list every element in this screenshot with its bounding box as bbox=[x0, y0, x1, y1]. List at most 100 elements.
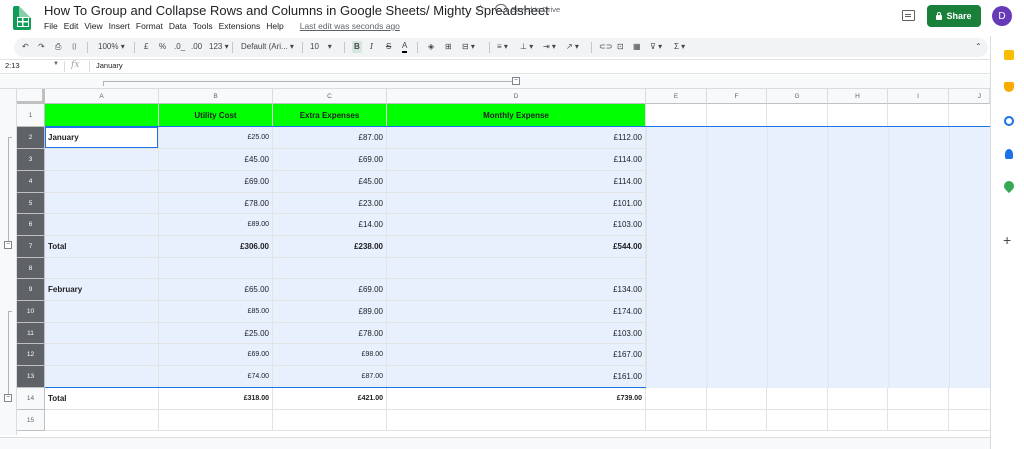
cell-g15[interactable] bbox=[767, 410, 828, 430]
cell-c7[interactable]: £238.00 bbox=[273, 236, 387, 257]
cell-b13[interactable]: £74.00 bbox=[159, 366, 273, 387]
cell-d5[interactable]: £101.00 bbox=[387, 193, 646, 213]
menu-insert[interactable]: Insert bbox=[109, 21, 130, 31]
cell-b7[interactable]: £306.00 bbox=[159, 236, 273, 257]
text-rotation-icon[interactable]: ↗ ▾ bbox=[566, 41, 579, 53]
cell-c4[interactable]: £45.00 bbox=[273, 171, 387, 192]
cell-c12[interactable]: £98.00 bbox=[273, 344, 387, 365]
zoom-select[interactable]: 100% ▾ bbox=[98, 41, 125, 53]
row-header-3[interactable]: 3 bbox=[17, 149, 45, 171]
row-header-10[interactable]: 10 bbox=[17, 301, 45, 323]
maps-icon[interactable] bbox=[1001, 178, 1017, 194]
row-header-11[interactable]: 11 bbox=[17, 323, 45, 344]
menu-view[interactable]: View bbox=[84, 21, 102, 31]
font-select[interactable]: Default (Ari... ▾ bbox=[241, 41, 294, 53]
row-header-1[interactable]: 1 bbox=[17, 104, 45, 127]
cell-i15[interactable] bbox=[888, 410, 949, 430]
comment-history-icon[interactable] bbox=[902, 10, 915, 21]
cell-c9[interactable]: £69.00 bbox=[273, 279, 387, 300]
cell-a5[interactable] bbox=[45, 193, 159, 213]
column-header-d[interactable]: D bbox=[387, 89, 646, 104]
functions-icon[interactable]: Σ ▾ bbox=[674, 41, 685, 53]
cell-a4[interactable] bbox=[45, 171, 159, 192]
cell-b10[interactable]: £85.00 bbox=[159, 301, 273, 322]
cell-d11[interactable]: £103.00 bbox=[387, 323, 646, 343]
cell-c5[interactable]: £23.00 bbox=[273, 193, 387, 213]
horizontal-scrollbar[interactable] bbox=[0, 437, 990, 449]
row-header-8[interactable]: 8 bbox=[17, 258, 45, 279]
bold-button[interactable]: B bbox=[352, 41, 362, 53]
menu-file[interactable]: File bbox=[44, 21, 58, 31]
cell-a15[interactable] bbox=[45, 410, 159, 430]
cell-c2[interactable]: £87.00 bbox=[273, 127, 387, 148]
row-header-5[interactable]: 5 bbox=[17, 193, 45, 214]
cell-b9[interactable]: £65.00 bbox=[159, 279, 273, 300]
sheets-logo-icon[interactable] bbox=[13, 6, 31, 30]
row-header-9[interactable]: 9 bbox=[17, 279, 45, 301]
cell-d14[interactable]: £739.00 bbox=[387, 388, 646, 409]
menu-help[interactable]: Help bbox=[266, 21, 283, 31]
cell-c8[interactable] bbox=[273, 258, 387, 278]
cell-d15[interactable] bbox=[387, 410, 646, 430]
collapse-rows-button-1[interactable]: − bbox=[4, 241, 12, 249]
column-header-c[interactable]: C bbox=[273, 89, 387, 104]
cell-b12[interactable]: £69.00 bbox=[159, 344, 273, 365]
collapse-rows-button-2[interactable]: − bbox=[4, 394, 12, 402]
column-header-e[interactable]: E bbox=[646, 89, 707, 104]
horizontal-align-icon[interactable]: ≡ ▾ bbox=[497, 41, 508, 53]
row-header-14[interactable]: 14 bbox=[17, 388, 45, 410]
cell-f14[interactable] bbox=[707, 388, 767, 409]
cell-a8[interactable] bbox=[45, 258, 159, 278]
cell-a9[interactable]: February bbox=[45, 279, 159, 300]
star-icon[interactable]: ☆ bbox=[475, 2, 486, 16]
cell-i1[interactable] bbox=[888, 104, 949, 126]
row-header-15[interactable]: 15 bbox=[17, 410, 45, 431]
cell-a7[interactable]: Total bbox=[45, 236, 159, 257]
cell-c1[interactable]: Extra Expenses bbox=[273, 104, 387, 126]
column-header-f[interactable]: F bbox=[707, 89, 767, 104]
cell-a14[interactable]: Total bbox=[45, 388, 159, 409]
cell-b6[interactable]: £89.00 bbox=[159, 214, 273, 235]
cell-e14[interactable] bbox=[646, 388, 707, 409]
share-button[interactable]: Share bbox=[927, 5, 981, 27]
contacts-icon[interactable] bbox=[1005, 149, 1013, 159]
merge-cells-icon[interactable]: ⊟ ▾ bbox=[462, 41, 475, 53]
cell-c11[interactable]: £78.00 bbox=[273, 323, 387, 343]
document-title[interactable]: How To Group and Collapse Rows and Colum… bbox=[44, 3, 549, 18]
cell-c6[interactable]: £14.00 bbox=[273, 214, 387, 235]
cell-d8[interactable] bbox=[387, 258, 646, 278]
increase-decimal-button[interactable]: .00 bbox=[191, 41, 202, 53]
print-icon[interactable]: ⎙ bbox=[55, 41, 61, 53]
column-header-h[interactable]: H bbox=[828, 89, 888, 104]
redo-icon[interactable]: ↷ bbox=[38, 41, 45, 53]
text-color-button[interactable]: A bbox=[402, 41, 408, 53]
cell-h15[interactable] bbox=[828, 410, 888, 430]
cell-d1[interactable]: Monthly Expense bbox=[387, 104, 646, 126]
column-header-a[interactable]: A bbox=[45, 89, 159, 104]
cell-d9[interactable]: £134.00 bbox=[387, 279, 646, 300]
strikethrough-button[interactable]: S bbox=[386, 41, 391, 53]
cell-h1[interactable] bbox=[828, 104, 888, 126]
name-box[interactable]: 2:13 bbox=[5, 61, 20, 70]
row-header-12[interactable]: 12 bbox=[17, 344, 45, 366]
menu-edit[interactable]: Edit bbox=[64, 21, 79, 31]
cell-b3[interactable]: £45.00 bbox=[159, 149, 273, 170]
cloud-saved-icon[interactable] bbox=[495, 4, 507, 12]
decrease-decimal-button[interactable]: .0_ bbox=[174, 41, 185, 53]
cell-d12[interactable]: £167.00 bbox=[387, 344, 646, 365]
cell-d6[interactable]: £103.00 bbox=[387, 214, 646, 235]
cell-g14[interactable] bbox=[767, 388, 828, 409]
collapse-toolbar-icon[interactable]: ⌃ bbox=[975, 42, 982, 51]
cell-a10[interactable] bbox=[45, 301, 159, 322]
cell-d10[interactable]: £174.00 bbox=[387, 301, 646, 322]
column-header-g[interactable]: G bbox=[767, 89, 828, 104]
cell-d13[interactable]: £161.00 bbox=[387, 366, 646, 387]
select-all-corner[interactable] bbox=[17, 89, 45, 104]
currency-button[interactable]: £ bbox=[144, 41, 148, 53]
cell-i14[interactable] bbox=[888, 388, 949, 409]
font-size-select[interactable]: 10 ▾ bbox=[310, 41, 332, 53]
insert-chart-icon[interactable]: ▦ bbox=[633, 41, 641, 53]
cell-a11[interactable] bbox=[45, 323, 159, 343]
row-header-4[interactable]: 4 bbox=[17, 171, 45, 193]
cell-b14[interactable]: £318.00 bbox=[159, 388, 273, 409]
